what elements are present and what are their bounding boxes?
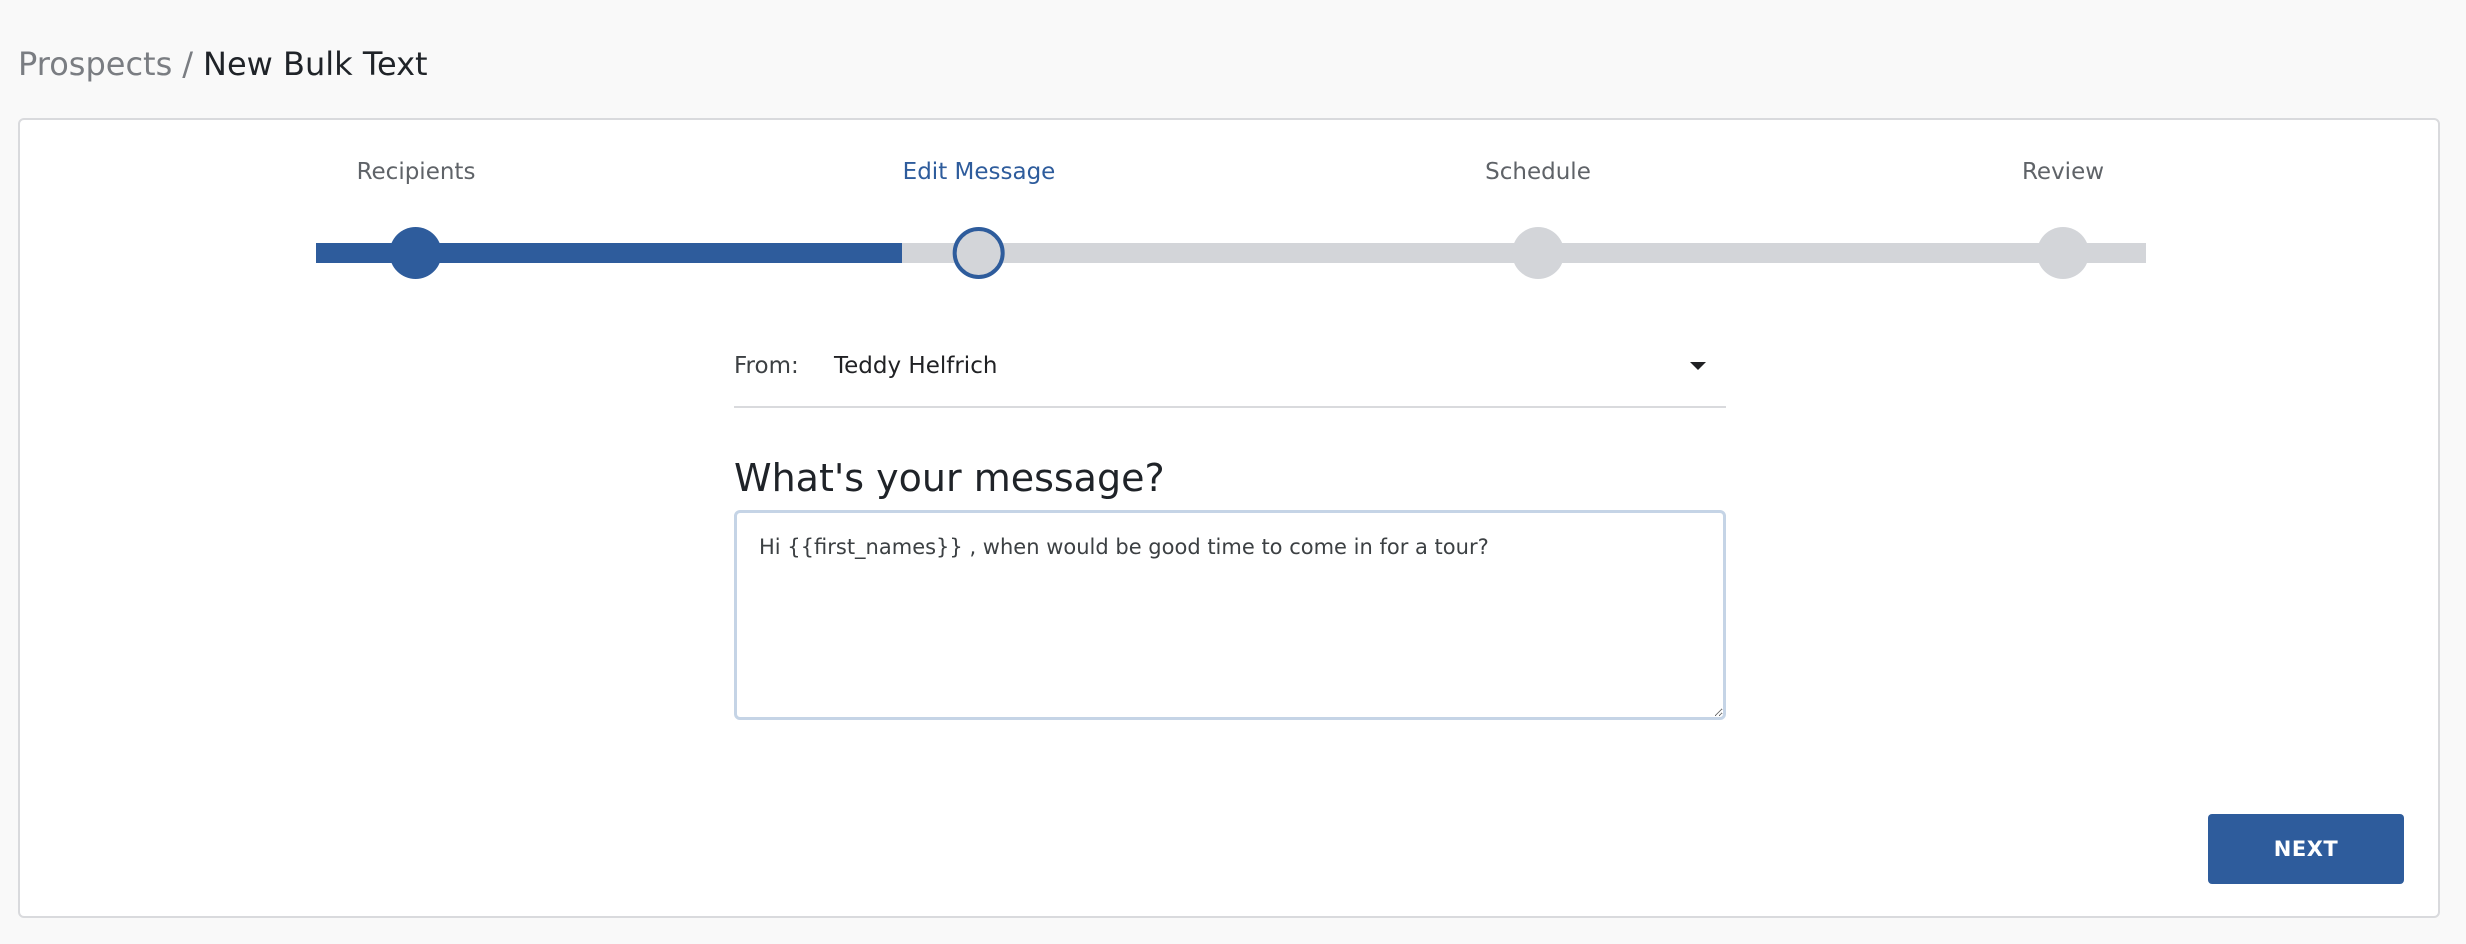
step-edit-message[interactable]: Edit Message — [902, 156, 1056, 279]
bulk-text-card: Recipients Edit Message Schedule Review … — [18, 118, 2440, 918]
next-button[interactable]: NEXT — [2208, 814, 2404, 884]
breadcrumb-separator: / — [182, 45, 194, 83]
message-textarea[interactable] — [734, 510, 1726, 720]
breadcrumb-link-prospects[interactable]: Prospects — [18, 45, 172, 83]
from-selected-value: Teddy Helfrich — [834, 353, 998, 379]
from-label: From: — [734, 353, 799, 379]
step-schedule[interactable]: Schedule — [1485, 156, 1591, 279]
step-recipients[interactable]: Recipients — [356, 156, 476, 279]
breadcrumb: Prospects / New Bulk Text — [18, 40, 428, 88]
step-label: Review — [2021, 159, 2105, 185]
progress-stepper: Recipients Edit Message Schedule Review — [316, 156, 2146, 279]
from-sender-select[interactable]: Teddy Helfrich — [834, 353, 1726, 379]
page-title: New Bulk Text — [203, 45, 428, 83]
step-review[interactable]: Review — [2021, 156, 2105, 279]
message-heading: What's your message? — [734, 456, 1165, 500]
step-label: Edit Message — [902, 159, 1056, 185]
step-pending-dot — [2037, 227, 2089, 279]
step-label: Recipients — [356, 159, 476, 185]
caret-down-icon — [1690, 362, 1706, 370]
from-field: From: Teddy Helfrich — [734, 338, 1726, 408]
step-pending-dot — [1511, 227, 1564, 279]
step-current-dot — [953, 227, 1005, 279]
step-complete-dot — [389, 227, 442, 279]
step-label: Schedule — [1485, 159, 1591, 185]
